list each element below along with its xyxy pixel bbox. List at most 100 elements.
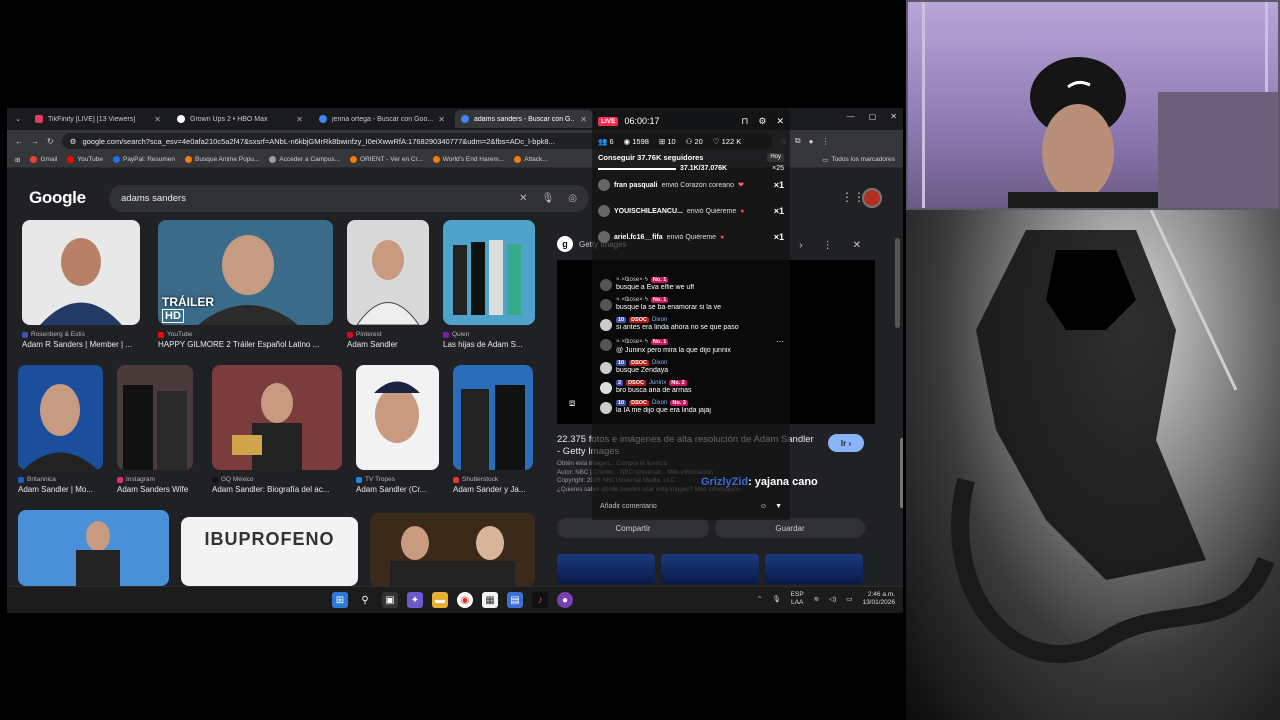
bookmark-worlds-end[interactable]: World's End Harem...: [432, 156, 504, 163]
clear-search-icon[interactable]: ✕: [519, 193, 527, 204]
result-caption[interactable]: HAPPY GILMORE 2 Tráiler Español Latino .…: [158, 340, 333, 349]
tikfinity-icon[interactable]: ●: [557, 592, 573, 608]
volume-icon[interactable]: ◁): [829, 595, 836, 603]
close-preview-icon[interactable]: ✕: [853, 240, 861, 251]
bookmark-gmail[interactable]: Gmail: [30, 156, 57, 163]
result-source[interactable]: Shutterstock: [453, 476, 533, 483]
chrome-icon[interactable]: ◉: [457, 592, 473, 608]
filter-icon[interactable]: ▼: [775, 503, 782, 510]
site-info-icon[interactable]: ⚙: [70, 137, 77, 146]
result-thumbnail[interactable]: [117, 365, 193, 470]
chat-message[interactable]: 2 DSOC Juninx No. 2 bro busca ana de armas: [592, 380, 790, 394]
result-thumbnail[interactable]: TRÁILER HD: [158, 220, 333, 325]
result-thumbnail[interactable]: [212, 365, 342, 470]
result-thumbnail[interactable]: [453, 365, 533, 470]
minimize-icon[interactable]: —: [847, 112, 855, 121]
bookmark-attack[interactable]: Attack...: [514, 156, 548, 163]
close-icon[interactable]: ✕: [776, 116, 784, 127]
file-explorer-icon[interactable]: ▬: [432, 592, 448, 608]
more-options-icon[interactable]: ⋮: [823, 240, 833, 251]
bookmark-anime[interactable]: Busque Anime Popu...: [185, 156, 259, 163]
result-caption[interactable]: Adam Sandler | Mo...: [18, 485, 103, 494]
close-window-icon[interactable]: ✕: [890, 112, 897, 121]
result-caption[interactable]: Las hijas de Adam S...: [443, 340, 535, 349]
result-source[interactable]: YouTube: [158, 331, 333, 338]
bookmark-youtube[interactable]: YouTube: [67, 156, 103, 163]
task-view-icon[interactable]: ▣: [382, 592, 398, 608]
result-thumbnail[interactable]: [18, 510, 169, 586]
save-button[interactable]: Guardar: [715, 518, 865, 538]
profile-icon[interactable]: ●: [809, 137, 814, 146]
image-result[interactable]: Quien Las hijas de Adam S...: [443, 220, 535, 349]
related-thumbnail[interactable]: [557, 554, 655, 584]
chat-message[interactable]: 10 DSOC Dixon si antes era linda ahora no …: [592, 317, 790, 331]
image-result[interactable]: Rosenberg & Estis Adam R Sanders | Membe…: [22, 220, 140, 349]
result-source[interactable]: Rosenberg & Estis: [22, 331, 140, 338]
copilot-icon[interactable]: ✦: [407, 592, 423, 608]
related-thumbnail[interactable]: [661, 554, 759, 584]
result-caption[interactable]: Adam R Sanders | Member | ...: [22, 340, 140, 349]
wifi-icon[interactable]: ≋: [814, 595, 819, 603]
tab-tikfinity[interactable]: TikFinity [LIVE] [13 Viewers] ✕: [29, 110, 167, 128]
image-result[interactable]: TV Tropes Adam Sandler (Cr...: [356, 365, 439, 494]
back-icon[interactable]: ←: [15, 137, 23, 146]
apps-grid-icon[interactable]: ⊞: [15, 156, 20, 164]
result-caption[interactable]: Adam Sandler: [347, 340, 429, 349]
result-thumbnail[interactable]: [18, 365, 103, 470]
account-avatar[interactable]: [862, 188, 882, 208]
lock-icon[interactable]: ⊓: [741, 116, 748, 127]
close-icon[interactable]: ✕: [296, 115, 303, 124]
result-thumbnail[interactable]: [443, 220, 535, 325]
close-icon[interactable]: ✕: [580, 115, 587, 124]
microphone-icon[interactable]: 🎙: [542, 193, 555, 204]
chat-message[interactable]: ×·×Ҩose×·ϟ No. 1 busque la se ba enamorar…: [592, 297, 790, 311]
chat-message[interactable]: 10 DSOC Dixon No. 3 la IA me dijo que era l…: [592, 400, 790, 414]
clock[interactable]: 2:46 a.m. 13/01/2026: [862, 591, 895, 607]
search-icon[interactable]: ⚲: [357, 592, 373, 608]
more-options-icon[interactable]: ⋯: [776, 337, 784, 346]
search-input[interactable]: adams sanders ✕ 🎙 ◎: [109, 185, 589, 212]
tab-search-button[interactable]: ⌄: [11, 112, 25, 126]
bookmark-orient[interactable]: ORIENT - Ver en Cr...: [350, 156, 423, 163]
image-result[interactable]: Instagram Adam Sanders Wife: [117, 365, 193, 494]
microphone-tray-icon[interactable]: 🎙: [772, 595, 780, 603]
related-thumbnail[interactable]: [765, 554, 863, 584]
image-result[interactable]: Shutterstock Adam Sander y Ja...: [453, 365, 533, 494]
tray-chevron-icon[interactable]: ⌃: [757, 595, 762, 603]
store-icon[interactable]: ▦: [482, 592, 498, 608]
result-thumbnail[interactable]: IBUPROFENO: [181, 517, 358, 586]
extensions-icon[interactable]: ⧉: [795, 136, 801, 146]
result-source[interactable]: TV Tropes: [356, 476, 439, 483]
result-source[interactable]: Quien: [443, 331, 535, 338]
result-caption[interactable]: Adam Sanders Wife: [117, 485, 193, 494]
chat-message[interactable]: ×·×Ҩose×·ϟ No. 1 busque a Eva elfie we uf…: [592, 277, 790, 291]
chat-message[interactable]: ×·×Ҩose×·ϟ No. 1 ⋯ @ Juninx pero mira la q…: [592, 337, 790, 354]
tiktok-icon[interactable]: ♪: [532, 592, 548, 608]
close-icon[interactable]: ✕: [154, 115, 161, 124]
menu-icon[interactable]: ⋮: [821, 137, 829, 146]
result-source[interactable]: GQ México: [212, 476, 342, 483]
result-thumbnail[interactable]: [347, 220, 429, 325]
tab-hbo-max[interactable]: Grown Ups 2 • HBO Max ✕: [171, 110, 309, 128]
share-button[interactable]: Compartir: [557, 518, 709, 538]
maximize-icon[interactable]: ▢: [869, 112, 877, 121]
language-indicator[interactable]: ESP LAA: [791, 591, 804, 607]
emoji-icon[interactable]: ☺: [760, 503, 767, 510]
result-thumbnail[interactable]: [356, 365, 439, 470]
result-source[interactable]: Pinterest: [347, 331, 429, 338]
result-thumbnail[interactable]: [22, 220, 140, 325]
go-button[interactable]: Ir ›: [828, 434, 864, 452]
lens-icon[interactable]: ◎: [568, 193, 577, 204]
next-icon[interactable]: ›: [799, 240, 802, 251]
result-thumbnail[interactable]: [370, 513, 535, 586]
battery-icon[interactable]: ▭: [846, 595, 852, 603]
image-result[interactable]: [370, 513, 535, 586]
forward-icon[interactable]: →: [31, 137, 39, 146]
lens-search-icon[interactable]: ⧈: [569, 398, 575, 409]
image-result[interactable]: [18, 510, 169, 586]
result-caption[interactable]: Adam Sander y Ja...: [453, 485, 533, 494]
result-source[interactable]: Britannica: [18, 476, 103, 483]
bookmark-all-folder[interactable]: ▭ Todos los marcadores: [822, 156, 895, 164]
preview-scrollbar[interactable]: [895, 238, 900, 328]
image-result[interactable]: TRÁILER HD YouTube HAPPY GILMORE 2 Tráil…: [158, 220, 333, 349]
